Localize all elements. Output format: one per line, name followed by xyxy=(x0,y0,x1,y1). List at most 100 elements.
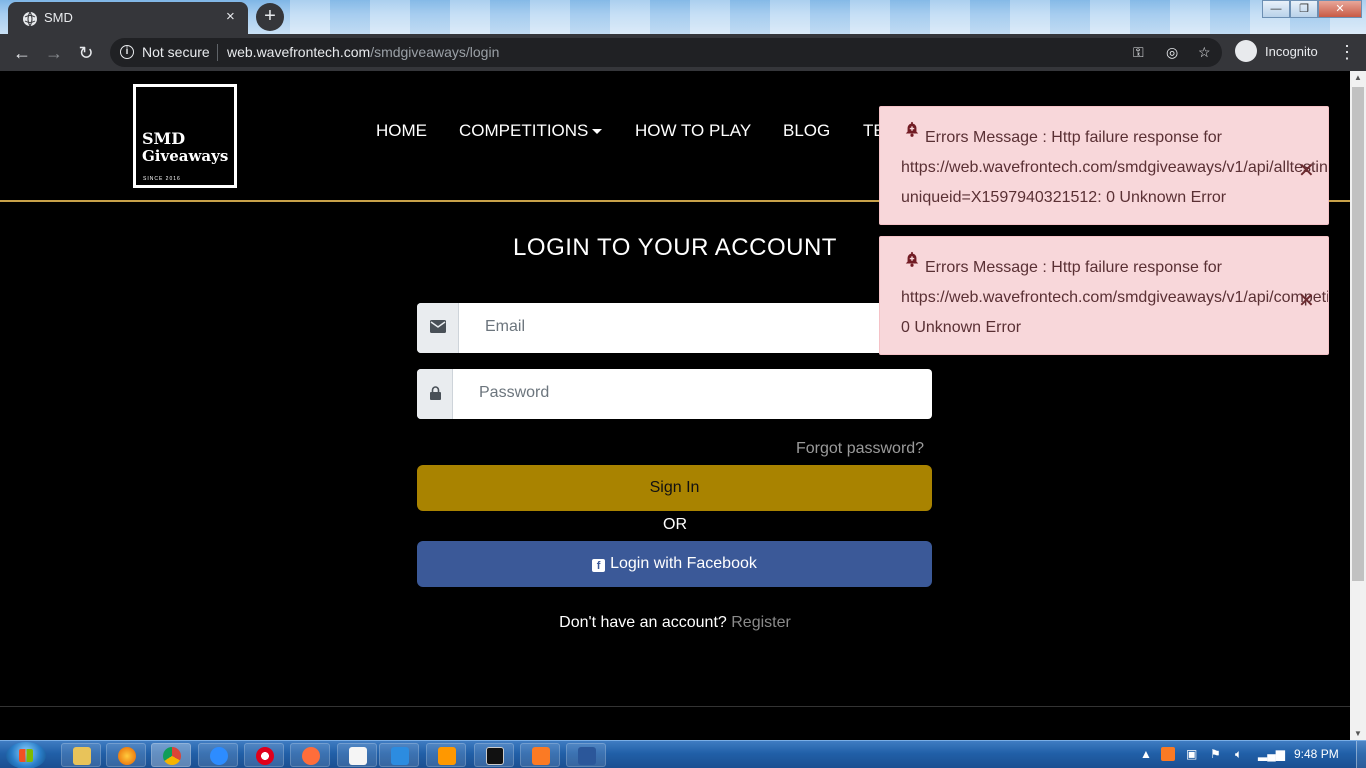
lock-icon xyxy=(430,386,441,400)
word-icon xyxy=(578,747,596,765)
page-viewport: SMD Giveaways SINCE 2016 HOME COMPETITIO… xyxy=(0,71,1350,740)
bell-plus-icon xyxy=(905,121,919,137)
windows-taskbar: ▲ ▣ ⚑ 🔈︎ ▂▄▆ 9:48 PM xyxy=(0,740,1366,768)
sign-in-button[interactable]: Sign In xyxy=(417,465,932,511)
taskbar-word[interactable] xyxy=(566,743,606,767)
info-icon[interactable]: i xyxy=(120,45,134,59)
taskbar-cmd[interactable] xyxy=(474,743,514,767)
logo-line2: Giveaways xyxy=(142,147,229,165)
taskbar-app-orange[interactable] xyxy=(290,743,330,767)
register-link[interactable]: Register xyxy=(731,614,791,631)
show-desktop-button[interactable] xyxy=(1356,741,1366,768)
address-bar[interactable]: i Not secure web.wavefrontech.com/smdgiv… xyxy=(110,38,1222,67)
logo-line3: SINCE 2016 xyxy=(143,176,181,182)
windows-logo-icon xyxy=(19,749,33,762)
envelope-icon xyxy=(430,320,446,333)
close-icon[interactable]: ✕ xyxy=(1298,288,1315,313)
nav-how-to-play[interactable]: HOW TO PLAY xyxy=(635,121,751,141)
tray-device-icon[interactable]: ▣ xyxy=(1186,747,1197,761)
facebook-login-button[interactable]: f Login with Facebook xyxy=(417,541,932,587)
taskbar-sublime[interactable] xyxy=(426,743,466,767)
tray-xampp-icon[interactable] xyxy=(1161,747,1175,761)
taskbar-chrome[interactable] xyxy=(151,743,191,767)
close-icon[interactable]: ✕ xyxy=(1298,158,1315,183)
taskbar-opera[interactable] xyxy=(244,743,284,767)
start-button[interactable] xyxy=(6,742,46,768)
nav-competitions[interactable]: COMPETITIONS xyxy=(459,121,603,141)
globe-icon xyxy=(23,11,37,27)
tray-expand-icon[interactable]: ▲ xyxy=(1140,747,1152,761)
footer-divider xyxy=(0,706,1350,707)
page-scrollbar[interactable]: ▲ ▼ xyxy=(1350,71,1366,740)
password-placeholder: Password xyxy=(479,384,550,401)
toast-message-line1: Errors Message : Http failure response f… xyxy=(925,259,1223,276)
email-placeholder: Email xyxy=(485,318,526,335)
tab-smd[interactable]: SMD × xyxy=(8,2,248,34)
maximize-button[interactable]: ❐ xyxy=(1290,0,1318,18)
taskbar-firefox[interactable] xyxy=(106,743,146,767)
minimize-button[interactable]: — xyxy=(1262,0,1290,18)
toast-message-line3: uniqueid=X1597940321512: 0 Unknown Error xyxy=(901,189,1227,206)
url-text[interactable]: web.wavefrontech.com/smdgiveaways/login xyxy=(227,44,499,60)
password-field[interactable]: Password xyxy=(417,369,932,419)
eye-slash-icon[interactable]: ◎ xyxy=(1166,44,1178,61)
email-addon xyxy=(417,303,459,353)
browser-menu-icon[interactable]: ⋮ xyxy=(1338,42,1356,63)
toast-message-line2: https://web.wavefrontech.com/smdgiveaway… xyxy=(901,159,1329,176)
scroll-down-icon[interactable]: ▼ xyxy=(1354,729,1362,738)
tab-close-icon[interactable]: × xyxy=(226,8,235,25)
security-label[interactable]: Not secure xyxy=(142,44,210,60)
opera-icon xyxy=(256,747,274,765)
key-icon[interactable]: ⚿ xyxy=(1133,44,1144,61)
toast-message-line2: https://web.wavefrontech.com/smdgiveaway… xyxy=(901,289,1329,306)
document-icon xyxy=(349,747,367,765)
url-path: /smdgiveaways/login xyxy=(370,44,500,60)
error-toast[interactable]: Errors Message : Http failure response f… xyxy=(879,236,1329,355)
taskbar-vscode[interactable] xyxy=(379,743,419,767)
nav-competitions-label: COMPETITIONS xyxy=(459,121,589,140)
scrollbar-thumb[interactable] xyxy=(1352,87,1364,581)
email-field[interactable]: Email xyxy=(417,303,932,353)
background-windows xyxy=(290,0,1366,34)
taskbar-zoom[interactable] xyxy=(198,743,238,767)
taskbar-file-explorer[interactable] xyxy=(61,743,101,767)
bell-plus-icon xyxy=(905,251,919,267)
reload-icon[interactable]: ↻ xyxy=(75,42,97,64)
toast-message-line3: 0 Unknown Error xyxy=(901,319,1022,336)
error-toast[interactable]: Errors Message : Http failure response f… xyxy=(879,106,1329,225)
facebook-login-label: Login with Facebook xyxy=(610,555,757,572)
back-arrow-icon[interactable]: ← xyxy=(11,42,33,64)
taskbar-notepad[interactable] xyxy=(337,743,377,767)
taskbar-clock[interactable]: 9:48 PM xyxy=(1294,747,1339,761)
new-tab-button[interactable]: + xyxy=(256,3,284,31)
password-addon xyxy=(417,369,453,419)
forgot-password-link[interactable]: Forgot password? xyxy=(796,440,924,458)
volume-icon[interactable]: 🔈︎ xyxy=(1235,747,1242,762)
tray-flag-icon[interactable]: ⚑ xyxy=(1210,747,1221,761)
caret-down-icon xyxy=(592,129,603,135)
taskbar-xampp[interactable] xyxy=(520,743,560,767)
terminal-icon xyxy=(486,747,504,765)
no-account-text: Don't have an account? xyxy=(559,614,727,631)
nav-blog[interactable]: BLOG xyxy=(783,121,830,141)
browser-toolbar: ← → ↻ i Not secure web.wavefrontech.com/… xyxy=(0,34,1366,71)
firefox-icon xyxy=(118,747,136,765)
omnibox-separator xyxy=(217,44,218,61)
close-window-button[interactable]: ✕ xyxy=(1318,0,1362,18)
xampp-icon xyxy=(532,747,550,765)
tab-title: SMD xyxy=(44,10,73,25)
facebook-icon: f xyxy=(592,559,606,572)
no-account-row: Don't have an account? Register xyxy=(0,614,1350,632)
toast-message-line1: Errors Message : Http failure response f… xyxy=(925,129,1223,146)
incognito-label: Incognito xyxy=(1265,44,1318,59)
folder-icon xyxy=(73,747,91,765)
chrome-icon xyxy=(163,747,181,765)
scroll-up-icon[interactable]: ▲ xyxy=(1354,73,1362,82)
app-orange-icon xyxy=(302,747,320,765)
forward-arrow-icon[interactable]: → xyxy=(43,42,65,64)
url-host: web.wavefrontech.com xyxy=(227,44,371,60)
nav-home[interactable]: HOME xyxy=(376,121,427,141)
network-icon[interactable]: ▂▄▆ xyxy=(1258,747,1285,761)
star-icon[interactable]: ☆ xyxy=(1198,44,1211,61)
incognito-icon xyxy=(1235,40,1257,62)
